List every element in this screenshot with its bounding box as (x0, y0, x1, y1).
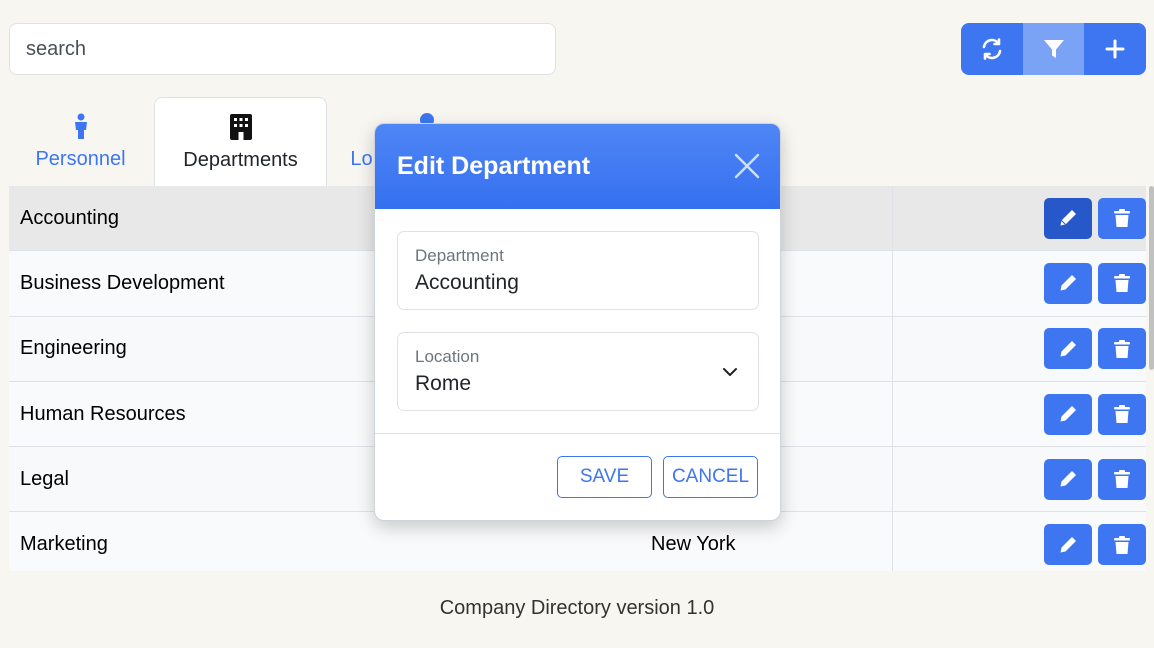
department-location: New York (651, 533, 736, 556)
pencil-icon (1060, 471, 1076, 487)
edit-button[interactable] (1044, 393, 1092, 435)
pencil-icon (1060, 536, 1076, 553)
modal-body: Department Accounting Location Rome (375, 209, 780, 411)
edit-department-modal: Edit Department Department Accounting Lo… (374, 123, 781, 521)
row-actions (1044, 524, 1146, 566)
footer-version: Company Directory version 1.0 (439, 597, 715, 619)
tab-personnel[interactable]: Personnel (9, 97, 152, 187)
modal-title: Edit Department (397, 152, 591, 180)
plus-icon (1105, 39, 1125, 59)
pencil-icon (1060, 275, 1076, 291)
delete-button[interactable] (1098, 458, 1146, 500)
table-scrollbar[interactable] (1149, 186, 1154, 370)
department-field-label: Department (415, 246, 504, 265)
cancel-button[interactable]: CANCEL (663, 456, 758, 498)
department-name: Human Resources (20, 402, 186, 425)
trash-icon (1114, 470, 1130, 489)
edit-button[interactable] (1044, 524, 1092, 566)
row-actions (1044, 262, 1146, 304)
trash-icon (1114, 274, 1130, 293)
modal-footer: SAVE CANCEL (375, 433, 780, 520)
trash-icon (1114, 339, 1130, 358)
pencil-icon (1060, 406, 1076, 422)
tab-label: Lo (350, 148, 373, 170)
trash-icon (1114, 535, 1130, 554)
delete-button[interactable] (1098, 524, 1146, 566)
pencil-icon (1060, 210, 1076, 226)
person-icon (74, 113, 87, 139)
tab-label: Departments (183, 149, 298, 171)
edit-button[interactable] (1044, 262, 1092, 304)
search-input[interactable] (9, 23, 556, 75)
building-icon (229, 114, 252, 140)
delete-button[interactable] (1098, 328, 1146, 370)
save-button[interactable]: SAVE (557, 456, 652, 498)
department-name: Marketing (20, 533, 108, 556)
trash-icon (1114, 209, 1130, 228)
table-row[interactable]: Marketing New York (9, 512, 1146, 571)
department-field[interactable]: Department Accounting (397, 231, 759, 310)
chevron-down-icon (723, 368, 737, 376)
row-actions (1044, 197, 1146, 239)
refresh-button[interactable] (961, 23, 1023, 75)
tab-departments[interactable]: Departments (154, 97, 327, 187)
add-button[interactable] (1084, 23, 1146, 75)
modal-header: Edit Department (375, 124, 780, 209)
department-name: Accounting (20, 206, 119, 229)
department-name: Legal (20, 467, 69, 490)
row-actions (1044, 328, 1146, 370)
delete-button[interactable] (1098, 197, 1146, 239)
location-select[interactable]: Location Rome (397, 332, 759, 411)
tab-label: Personnel (35, 148, 126, 170)
department-field-value: Accounting (415, 271, 519, 294)
delete-button[interactable] (1098, 393, 1146, 435)
page: Personnel Departments Lo Accounting (0, 0, 1154, 648)
filter-icon (1043, 40, 1064, 58)
pencil-icon (1060, 340, 1076, 357)
department-name: Engineering (20, 337, 127, 360)
refresh-icon (982, 38, 1002, 60)
edit-button[interactable] (1044, 328, 1092, 370)
trash-icon (1114, 405, 1130, 424)
row-actions (1044, 393, 1146, 435)
toolbar (961, 23, 1146, 75)
department-name: Business Development (20, 271, 225, 294)
row-actions (1044, 458, 1146, 500)
close-button[interactable] (734, 153, 760, 179)
column-divider (892, 186, 893, 571)
location-select-value: Rome (415, 372, 472, 395)
location-select-label: Location (415, 347, 480, 366)
close-icon (734, 153, 760, 179)
edit-button[interactable] (1044, 197, 1092, 239)
filter-button[interactable] (1022, 23, 1085, 75)
edit-button[interactable] (1044, 458, 1092, 500)
delete-button[interactable] (1098, 262, 1146, 304)
